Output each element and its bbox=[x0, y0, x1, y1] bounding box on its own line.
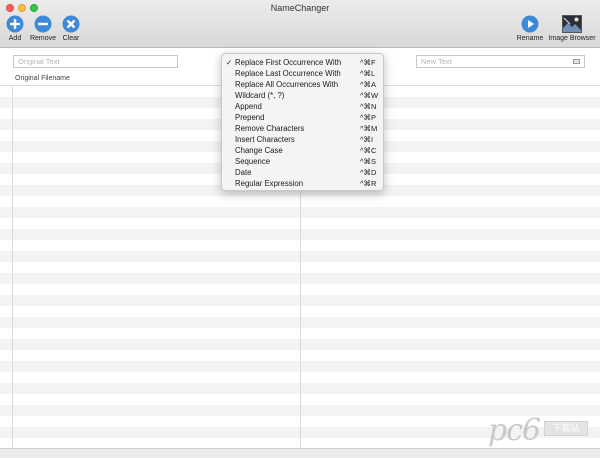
menu-item[interactable]: Replace Last Occurrence With ^⌘L bbox=[222, 68, 383, 79]
new-text-placeholder: New Text bbox=[421, 57, 452, 66]
menu-item[interactable]: ✓ Replace First Occurrence With ^⌘F bbox=[222, 57, 383, 68]
menu-item-shortcut: ^⌘L bbox=[360, 69, 376, 78]
menu-item-label: Replace All Occurrences With bbox=[235, 80, 339, 89]
menu-item-shortcut: ^⌘R bbox=[360, 179, 377, 188]
menu-item[interactable]: Change Case ^⌘C bbox=[222, 145, 383, 156]
rename-label: Rename bbox=[516, 35, 544, 42]
title-toolbar: NameChanger Add Remove Clear Rename Imag… bbox=[0, 0, 600, 48]
window-title: NameChanger bbox=[270, 3, 330, 13]
menu-item-shortcut: ^⌘D bbox=[360, 168, 377, 177]
original-text-input[interactable]: Original Text bbox=[13, 55, 178, 68]
menu-item[interactable]: Date ^⌘D bbox=[222, 167, 383, 178]
image-browser-icon bbox=[562, 15, 582, 33]
menu-item-shortcut: ^⌘P bbox=[360, 113, 377, 122]
menu-item[interactable]: Wildcard (*, ?) ^⌘W bbox=[222, 90, 383, 101]
menu-item-shortcut: ^⌘F bbox=[360, 58, 376, 67]
menu-item[interactable]: Prepend ^⌘P bbox=[222, 112, 383, 123]
add-button[interactable]: Add bbox=[0, 15, 30, 42]
menu-item[interactable]: Sequence ^⌘S bbox=[222, 156, 383, 167]
menu-item-label: Prepend bbox=[235, 113, 265, 122]
menu-item[interactable]: Append ^⌘N bbox=[222, 101, 383, 112]
image-browser-button[interactable]: Image Browser bbox=[545, 15, 599, 42]
menu-item-label: Remove Characters bbox=[235, 124, 305, 133]
menu-item-label: Date bbox=[235, 168, 252, 177]
clear-button[interactable]: Clear bbox=[56, 15, 86, 42]
menu-item-shortcut: ^⌘C bbox=[360, 146, 377, 155]
watermark-box: 下载站 bbox=[544, 421, 588, 436]
watermark-text: pc6 bbox=[488, 413, 541, 448]
menu-item-shortcut: ^⌘I bbox=[360, 135, 374, 144]
image-browser-label: Image Browser bbox=[548, 35, 596, 42]
menu-item[interactable]: Replace All Occurrences With ^⌘A bbox=[222, 79, 383, 90]
menu-item-label: Append bbox=[235, 102, 262, 111]
menu-item-shortcut: ^⌘A bbox=[360, 80, 377, 89]
menu-item[interactable]: Regular Expression ^⌘R bbox=[222, 178, 383, 189]
remove-button[interactable]: Remove bbox=[27, 15, 59, 42]
menu-item-shortcut: ^⌘M bbox=[360, 124, 378, 133]
menu-item-shortcut: ^⌘N bbox=[360, 102, 377, 111]
rename-button[interactable]: Rename bbox=[513, 15, 547, 42]
menu-item-label: Wildcard (*, ?) bbox=[235, 91, 285, 100]
menu-item-shortcut: ^⌘S bbox=[360, 157, 377, 166]
menu-item-label: Sequence bbox=[235, 157, 271, 166]
menu-item-shortcut: ^⌘W bbox=[360, 91, 379, 100]
menu-item-label: Replace Last Occurrence With bbox=[235, 69, 341, 78]
menu-item-label: Regular Expression bbox=[235, 179, 304, 188]
clear-label: Clear bbox=[62, 35, 80, 42]
play-circle-icon bbox=[521, 15, 539, 33]
namechanger-window: NameChanger Add Remove Clear Rename Imag… bbox=[0, 0, 600, 458]
menu-item[interactable]: Insert Characters ^⌘I bbox=[222, 134, 383, 145]
menu-item-label: Insert Characters bbox=[235, 135, 295, 144]
minus-circle-icon bbox=[34, 15, 52, 33]
watermark-logo: pc6 下载站 bbox=[488, 413, 594, 449]
keyboard-icon bbox=[573, 59, 580, 64]
menu-item-label: Replace First Occurrence With bbox=[235, 58, 342, 67]
new-text-input[interactable]: New Text bbox=[416, 55, 585, 68]
column-divider bbox=[12, 86, 13, 448]
status-bar bbox=[0, 448, 600, 458]
column-original-filename[interactable]: Original Filename bbox=[15, 75, 70, 82]
checkmark-icon: ✓ bbox=[226, 58, 233, 67]
remove-label: Remove bbox=[29, 35, 57, 42]
x-circle-icon bbox=[62, 15, 80, 33]
rename-mode-menu: ✓ Replace First Occurrence With ^⌘F Replace… bbox=[221, 53, 384, 191]
plus-circle-icon bbox=[6, 15, 24, 33]
menu-item-label: Change Case bbox=[235, 146, 283, 155]
add-label: Add bbox=[8, 35, 22, 42]
menu-item[interactable]: Remove Characters ^⌘M bbox=[222, 123, 383, 134]
original-text-placeholder: Original Text bbox=[18, 57, 60, 66]
